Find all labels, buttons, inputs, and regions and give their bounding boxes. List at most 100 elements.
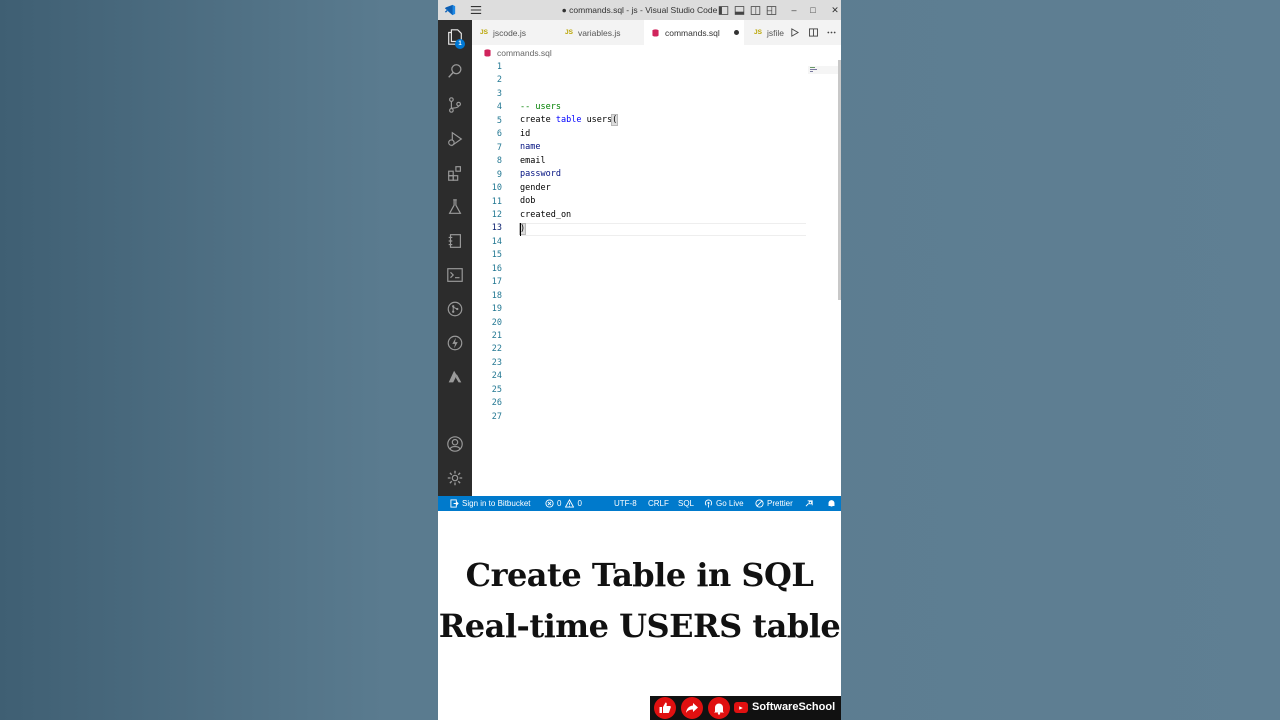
toggle-secondary-sidebar-icon[interactable]	[748, 3, 762, 17]
video-caption: Create Table in SQL Real-time USERS tabl…	[438, 511, 841, 720]
code-line-6: id	[520, 129, 531, 139]
menu-hamburger-icon[interactable]	[469, 3, 483, 17]
line-number: 18	[491, 291, 502, 301]
prettier-disabled-icon	[755, 499, 764, 508]
code-line-10: gender	[520, 183, 551, 193]
git-graph-icon[interactable]	[438, 294, 472, 324]
unsaved-dot-icon[interactable]	[733, 30, 739, 35]
line-number: 23	[491, 358, 502, 368]
line-number: 10	[491, 183, 502, 193]
maximize-button[interactable]: □	[805, 3, 821, 17]
notification-bell-button[interactable]	[708, 697, 730, 719]
code-editor[interactable]: 1 2 3 4 5 6 7 8 9 10 11 12 13 14 15 16 17 18 19 20 21 22 23 24 2…	[472, 60, 841, 496]
run-file-icon[interactable]	[788, 26, 800, 38]
notebook-icon[interactable]	[438, 226, 472, 256]
minimap[interactable]	[808, 66, 838, 74]
line-number: 1	[496, 62, 502, 72]
language-mode[interactable]: SQL	[678, 496, 694, 511]
more-actions-icon[interactable]	[825, 26, 837, 38]
line-number: 25	[491, 385, 502, 395]
line-number: 15	[491, 250, 502, 260]
code-line-5: create table users(	[520, 114, 619, 126]
go-live-button[interactable]: Go Live	[704, 496, 744, 511]
code-line-9: password	[520, 169, 561, 179]
vscode-logo-icon	[443, 3, 457, 17]
database-file-icon	[484, 49, 491, 57]
line-number: 2	[496, 75, 502, 85]
subscribe-strip: SoftwareSchool	[650, 696, 841, 720]
js-file-icon: JS	[754, 29, 762, 36]
extensions-icon[interactable]	[438, 158, 472, 188]
toggle-panel-icon[interactable]	[732, 3, 746, 17]
explorer-icon[interactable]: 1	[438, 22, 472, 52]
thunder-icon[interactable]	[438, 328, 472, 358]
code-line-11: dob	[520, 196, 536, 206]
thumbs-up-icon	[659, 702, 671, 713]
line-number: 5	[496, 116, 502, 126]
tab-variables[interactable]: JS variables.js	[565, 20, 620, 45]
line-number: 12	[491, 210, 502, 220]
caption-line-2: Real-time USERS table	[438, 607, 841, 645]
warning-icon	[565, 499, 575, 508]
prettier-status[interactable]: Prettier	[755, 496, 793, 511]
settings-gear-icon[interactable]	[438, 463, 472, 493]
channel-name[interactable]: SoftwareSchool	[752, 701, 835, 713]
caption-line-1: Create Table in SQL	[465, 556, 814, 594]
code-line-12: created_on	[520, 210, 572, 220]
testing-icon[interactable]	[438, 192, 472, 222]
toggle-primary-sidebar-icon[interactable]	[716, 3, 730, 17]
breadcrumb-file[interactable]: commands.sql	[497, 48, 552, 58]
account-icon[interactable]	[438, 429, 472, 459]
azure-icon[interactable]	[438, 362, 472, 392]
close-window-button[interactable]: ✕	[827, 3, 841, 17]
notifications-bell-icon[interactable]	[827, 496, 839, 511]
js-file-icon: JS	[565, 29, 573, 36]
js-file-icon: JS	[480, 29, 488, 36]
line-number: 11	[491, 197, 502, 207]
code-line-8: email	[520, 156, 546, 166]
breadcrumb[interactable]: commands.sql	[484, 47, 552, 59]
split-editor-icon[interactable]	[807, 26, 819, 38]
line-number: 9	[496, 170, 502, 180]
vertical-scrollbar[interactable]	[838, 60, 841, 300]
line-number: 19	[491, 304, 502, 314]
feedback-icon[interactable]	[805, 496, 817, 511]
line-number: 4	[496, 102, 502, 112]
tab-label: variables.js	[577, 27, 621, 38]
line-number: 27	[491, 412, 502, 422]
error-icon	[545, 499, 554, 508]
line-number: 22	[491, 344, 502, 354]
line-number: 3	[496, 89, 502, 99]
line-number: 14	[491, 237, 502, 247]
database-file-icon	[652, 28, 659, 36]
sign-in-icon	[450, 499, 459, 508]
status-bar: Sign in to Bitbucket 0 0 UTF-8 CRLF SQL …	[438, 496, 841, 511]
text-cursor	[520, 223, 521, 236]
explorer-badge: 1	[455, 39, 465, 49]
like-button[interactable]	[654, 697, 676, 719]
run-debug-icon[interactable]	[438, 124, 472, 154]
editor-tab-bar: JS jscode.js JS variables.js commands.sq…	[472, 20, 841, 45]
customize-layout-icon[interactable]	[764, 3, 778, 17]
encoding-indicator[interactable]: UTF-8	[614, 496, 637, 511]
share-button[interactable]	[681, 697, 703, 719]
line-number: 17	[491, 277, 502, 287]
tab-commands-sql[interactable]: commands.sql	[644, 20, 744, 45]
minimize-button[interactable]: –	[786, 3, 802, 17]
current-line-highlight	[520, 223, 806, 236]
window-title: ● commands.sql - js - Visual Studio Code	[561, 5, 718, 15]
line-number: 21	[491, 331, 502, 341]
tab-label: jscode.js	[492, 27, 527, 38]
line-number: 13	[491, 223, 502, 233]
tab-jscode[interactable]: JS jscode.js	[480, 20, 526, 45]
bitbucket-signin[interactable]: Sign in to Bitbucket	[450, 496, 530, 511]
line-number: 7	[496, 143, 502, 153]
search-icon[interactable]	[438, 56, 472, 86]
problems-indicator[interactable]: 0 0	[545, 496, 582, 511]
eol-indicator[interactable]: CRLF	[648, 496, 669, 511]
line-number: 6	[496, 129, 502, 139]
broadcast-icon	[704, 499, 713, 508]
source-control-icon[interactable]	[438, 90, 472, 120]
tab-jsfile[interactable]: JS jsfile	[754, 20, 786, 45]
terminal-icon[interactable]	[438, 260, 472, 290]
